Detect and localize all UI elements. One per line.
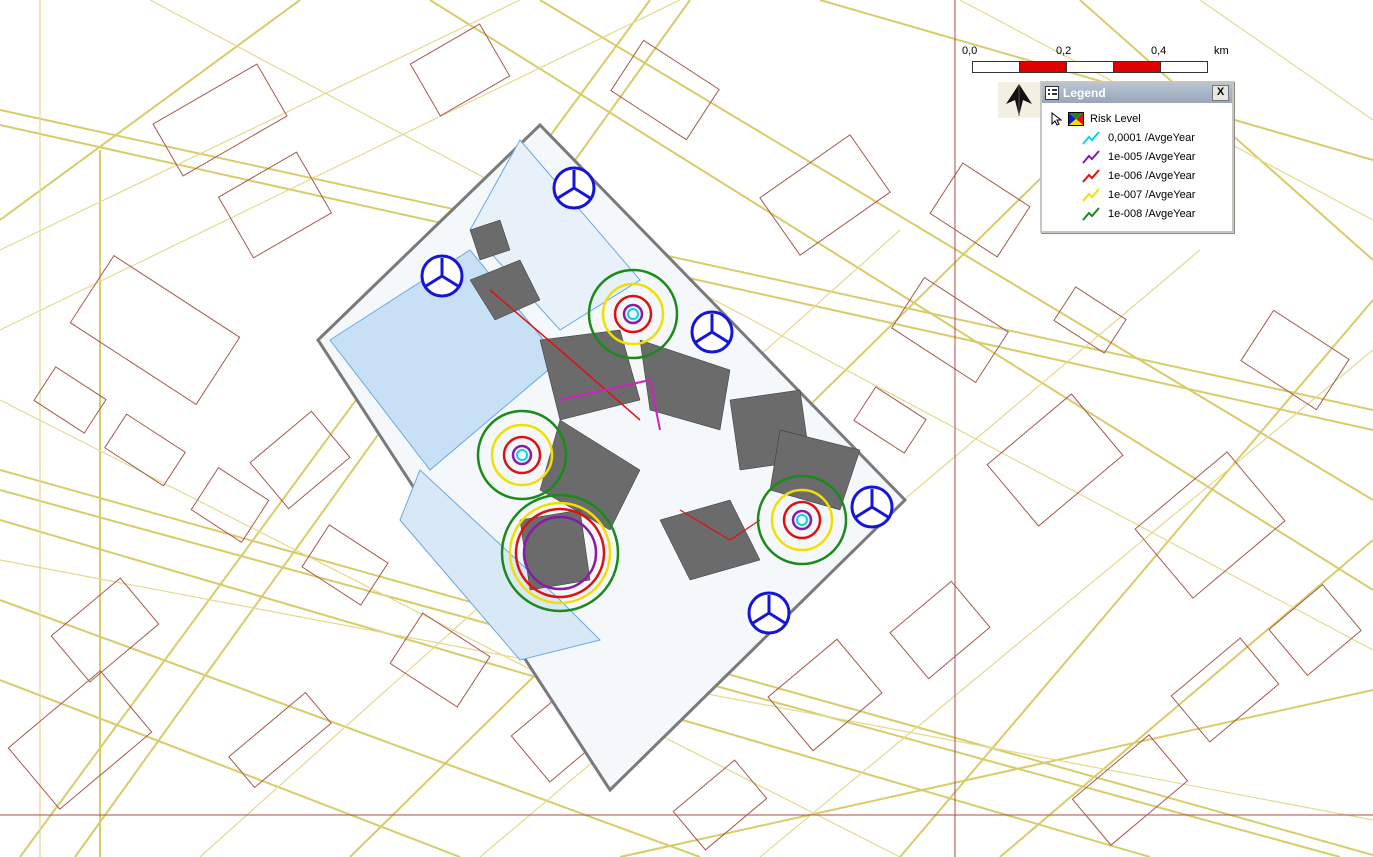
layer-icon [1068,111,1084,126]
legend-group: Risk Level [1042,109,1232,128]
legend-item-label: 1e-005 /AvgeYear [1108,150,1196,163]
scale-bar: 0,0 0,2 0,4 km [958,45,1229,81]
legend-item-label: 1e-006 /AvgeYear [1108,169,1196,182]
scale-segment [1161,62,1207,72]
north-arrow-icon [1006,84,1032,116]
legend-titlebar[interactable]: Legend X [1042,83,1232,103]
sensor-marker-icon [850,485,894,529]
legend-item: 1e-006 /AvgeYear [1042,166,1232,185]
scale-label-1: 0,2 [1056,45,1072,57]
scale-label-2: 0,4 [1151,45,1167,57]
legend-panel[interactable]: Legend X Risk Level 0,0001 /AvgeYear 1e-0… [1040,81,1234,233]
legend-item-label: 1e-007 /AvgeYear [1108,188,1196,201]
risk-line-icon [1082,206,1100,221]
legend-item: 0,0001 /AvgeYear [1042,128,1232,147]
risk-line-icon [1082,168,1100,183]
scale-segment [1114,62,1161,72]
legend-item: 1e-005 /AvgeYear [1042,147,1232,166]
sensor-marker-icon [420,254,464,298]
sensor-marker-icon [552,166,596,210]
legend-item-label: 0,0001 /AvgeYear [1108,131,1195,144]
legend-item-label: 1e-008 /AvgeYear [1108,207,1196,220]
scale-segment [973,62,1020,72]
risk-line-icon [1082,187,1100,202]
scale-label-0: 0,0 [962,45,978,57]
legend-group-label: Risk Level [1090,112,1141,125]
scale-track [972,61,1208,73]
legend-close-button[interactable]: X [1212,85,1229,101]
sensor-marker-icon [690,310,734,354]
legend-items: 0,0001 /AvgeYear 1e-005 /AvgeYear 1e-006 /… [1042,128,1232,223]
sensor-marker-icon [747,591,791,635]
legend-item: 1e-008 /AvgeYear [1042,204,1232,223]
legend-title: Legend [1063,86,1106,100]
scale-segment [1020,62,1067,72]
scale-segment [1067,62,1114,72]
risk-line-icon [1082,149,1100,164]
legend-icon [1045,86,1059,100]
risk-line-icon [1082,130,1100,145]
cursor-icon [1051,111,1062,126]
legend-item: 1e-007 /AvgeYear [1042,185,1232,204]
scale-unit: km [1214,45,1229,57]
north-arrow [998,82,1040,118]
